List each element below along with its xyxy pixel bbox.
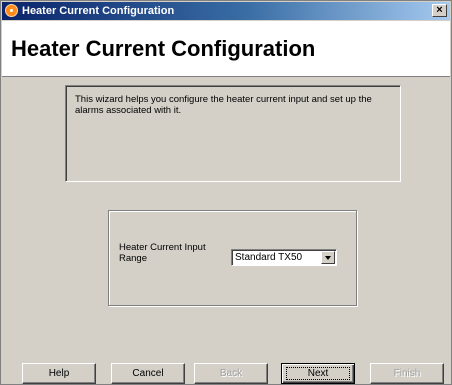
back-button[interactable]: Back	[194, 363, 268, 384]
focus-rectangle	[286, 367, 350, 380]
range-group-box: Heater Current Input Range Standard TX50	[108, 210, 357, 306]
cancel-button[interactable]: Cancel	[111, 363, 185, 384]
app-icon	[5, 4, 18, 17]
input-range-label: Heater Current Input Range	[119, 242, 206, 264]
title-bar[interactable]: Heater Current Configuration ×	[2, 2, 450, 20]
wizard-window: Heater Current Configuration × Heater Cu…	[0, 0, 452, 385]
input-range-select[interactable]: Standard TX50	[231, 249, 337, 266]
next-button[interactable]: Next	[281, 363, 355, 384]
header-panel: Heater Current Configuration	[2, 21, 450, 77]
page-title: Heater Current Configuration	[11, 36, 316, 61]
description-text: This wizard helps you configure the heat…	[75, 94, 372, 116]
description-box: This wizard helps you configure the heat…	[65, 85, 401, 182]
finish-button[interactable]: Finish	[370, 363, 444, 384]
chevron-down-icon[interactable]	[321, 251, 335, 264]
help-button[interactable]: Help	[22, 363, 96, 384]
close-button[interactable]: ×	[432, 4, 447, 17]
window-title: Heater Current Configuration	[22, 5, 175, 17]
input-range-value: Standard TX50	[235, 252, 303, 263]
